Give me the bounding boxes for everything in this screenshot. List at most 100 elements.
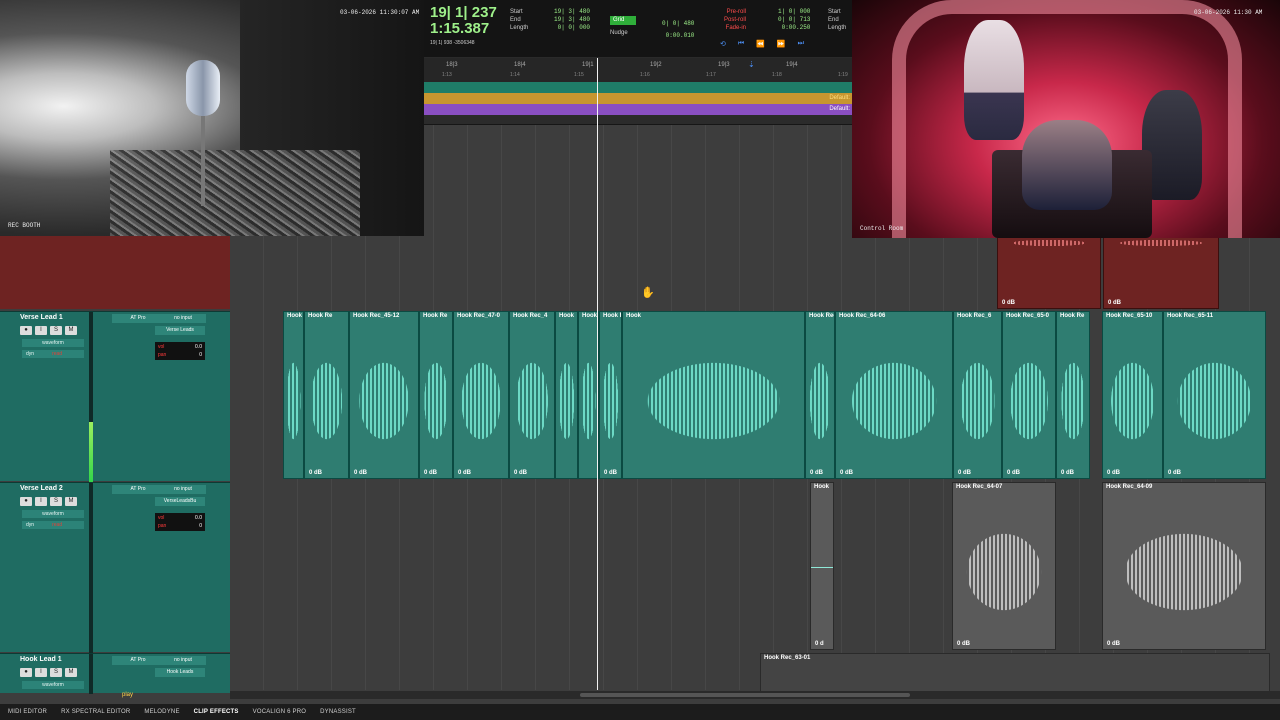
preroll-values[interactable]: 1| 0| 000 0| 0| 713 0:00.250: [778, 8, 810, 32]
vol-pan-display[interactable]: vol 0.0 pan 0: [155, 342, 205, 360]
clip[interactable]: Hook Rec_64-09 0 dB: [1102, 482, 1266, 650]
mute-button[interactable]: M: [65, 668, 77, 677]
clip[interactable]: Hook Rec_63-01: [760, 653, 1270, 693]
scroll-thumb[interactable]: [580, 693, 910, 697]
output-selector[interactable]: Verse Leads: [155, 326, 205, 335]
solo-button[interactable]: S: [50, 668, 62, 677]
preroll-label: Pre-roll: [726, 9, 747, 15]
clip[interactable]: Hook Rec_6 0 dB: [953, 311, 1002, 479]
fast-forward-icon[interactable]: ⏩: [777, 40, 786, 48]
tab-vocalign[interactable]: VOCALIGN 6 PRO: [253, 709, 306, 715]
input-selector[interactable]: no input: [160, 314, 206, 323]
level-meter: [89, 312, 93, 482]
clip-name: Hook Rec_47-0: [457, 313, 501, 319]
grid-value: 0| 0| 480: [662, 20, 695, 27]
clip[interactable]: Hook Rec_64 0 dB: [805, 311, 835, 479]
clip[interactable]: Hook Re 0 dB: [304, 311, 349, 479]
clip[interactable]: Hook Rec_64-06 0 dB: [835, 311, 953, 479]
mute-button[interactable]: M: [65, 326, 77, 335]
clip[interactable]: Hook Rec_47-0 0 dB: [453, 311, 509, 479]
tab-dynassist[interactable]: DYNASSIST: [320, 709, 356, 715]
marker-icon[interactable]: ⇣: [748, 60, 755, 69]
clip[interactable]: Hook Rec_4 0 dB: [509, 311, 555, 479]
clip[interactable]: Hook Rec_45-15 0 dB: [599, 311, 622, 479]
track-name[interactable]: Hook Lead 1: [20, 656, 62, 663]
clip[interactable]: Hook Re 0 dB: [1056, 311, 1090, 479]
selection-values[interactable]: 19| 3| 480 19| 3| 480 0| 0| 000: [554, 8, 590, 32]
track-view-selector[interactable]: waveform: [22, 510, 84, 518]
transport-start-label: Start: [828, 9, 841, 15]
clip[interactable]: Hook: [578, 311, 599, 479]
clip-gain: 0 d: [815, 641, 824, 647]
input-monitor-button[interactable]: I: [35, 668, 47, 677]
playhead-cursor[interactable]: [597, 58, 598, 690]
bar-tick: 18|3: [446, 62, 458, 68]
rewind-icon[interactable]: ⏪: [756, 40, 765, 48]
pan-value: 0: [199, 352, 202, 358]
clip[interactable]: Hook Rec_64-07 0 dB: [952, 482, 1056, 650]
tab-melodyne[interactable]: MELODYNE: [144, 709, 179, 715]
bar-tick: 19|4: [786, 62, 798, 68]
track-view-selector[interactable]: waveform: [22, 681, 84, 689]
insert-slot[interactable]: AT Pro: [112, 314, 164, 323]
clip[interactable]: 0 dB: [1103, 235, 1219, 309]
go-to-end-icon[interactable]: ⏭: [798, 40, 804, 48]
output-selector[interactable]: Hook Leads: [155, 668, 205, 677]
clip[interactable]: Hook Rec_65-0 0 dB: [1002, 311, 1056, 479]
track-header-verse-lead-2: Verse Lead 2 ● I S M waveform dyn read AT…: [0, 482, 230, 653]
horizontal-scrollbar[interactable]: [230, 691, 1280, 699]
record-enable-button[interactable]: ●: [20, 668, 32, 677]
solo-button[interactable]: S: [50, 326, 62, 335]
clip[interactable]: Hook Rec_65-11 0 dB: [1163, 311, 1266, 479]
clip[interactable]: Hook: [283, 311, 304, 479]
output-selector[interactable]: VerseLeadsBu: [155, 497, 205, 506]
timeline-ruler[interactable]: 18|3 18|4 19|1 19|2 19|3 19|4 1:13 1:14 …: [424, 58, 852, 82]
mute-button[interactable]: M: [65, 497, 77, 506]
grid-button[interactable]: Grid: [610, 16, 636, 25]
insert-slot[interactable]: AT Pro: [112, 656, 164, 665]
pan-label: pan: [158, 352, 167, 358]
return-to-zero-icon[interactable]: ⏮: [738, 40, 744, 48]
automation-mode-selector[interactable]: dyn read: [22, 521, 84, 529]
clip-name: Hook Rec_63-01: [764, 655, 811, 661]
track-name[interactable]: Verse Lead 1: [20, 314, 63, 321]
solo-button[interactable]: S: [50, 497, 62, 506]
marker-ruler[interactable]: [424, 82, 852, 93]
clip[interactable]: Hook Rec_45-12 0 dB: [349, 311, 419, 479]
clip-waveform: [350, 338, 418, 464]
tab-rx-spectral-editor[interactable]: RX SPECTRAL EDITOR: [61, 709, 130, 715]
insert-slot[interactable]: AT Pro: [112, 485, 164, 494]
loop-icon[interactable]: ⟲: [720, 40, 726, 48]
tab-clip-effects[interactable]: CLIP EFFECTS: [194, 709, 239, 715]
clip-waveform: [420, 338, 452, 464]
input-monitor-button[interactable]: I: [35, 326, 47, 335]
track-name[interactable]: Verse Lead 2: [20, 485, 63, 492]
control-timestamp: 03-06-2026 11:30 AM: [1194, 9, 1263, 16]
record-enable-button[interactable]: ●: [20, 326, 32, 335]
grid-nudge-values[interactable]: 0| 0| 480 0:00.010: [662, 18, 694, 42]
time-tick: 1:18: [772, 72, 782, 78]
main-counter[interactable]: 19| 1| 237 1:15.387: [430, 5, 497, 36]
clip-name: Hook: [814, 484, 829, 490]
input-selector[interactable]: no input: [160, 485, 206, 494]
input-selector[interactable]: no input: [160, 656, 206, 665]
preroll-labels[interactable]: Pre-roll Post-roll Fade-in: [724, 8, 746, 32]
tab-midi-editor[interactable]: MIDI EDITOR: [8, 709, 47, 715]
track-header-top[interactable]: [0, 235, 230, 309]
clip-gain: 0 dB: [1107, 641, 1121, 647]
input-monitor-button[interactable]: I: [35, 497, 47, 506]
automation-mode-selector[interactable]: dyn read: [22, 350, 84, 358]
clip-waveform: [806, 338, 834, 464]
clip[interactable]: Hook: [555, 311, 578, 479]
track-view-selector[interactable]: waveform: [22, 339, 84, 347]
record-enable-button[interactable]: ●: [20, 497, 32, 506]
clip[interactable]: Hook Re 0 dB: [419, 311, 453, 479]
clip[interactable]: Hook: [622, 311, 805, 479]
vol-pan-display[interactable]: vol 0.0 pan 0: [155, 513, 205, 531]
clip[interactable]: Hook 0 d: [810, 482, 834, 650]
chord-ruler[interactable]: Default:: [424, 104, 852, 115]
clip[interactable]: 0 dB: [997, 235, 1101, 309]
key-ruler[interactable]: Default:: [424, 93, 852, 104]
mic-stand: [201, 116, 205, 206]
clip[interactable]: Hook Rec_65-10 0 dB: [1102, 311, 1163, 479]
